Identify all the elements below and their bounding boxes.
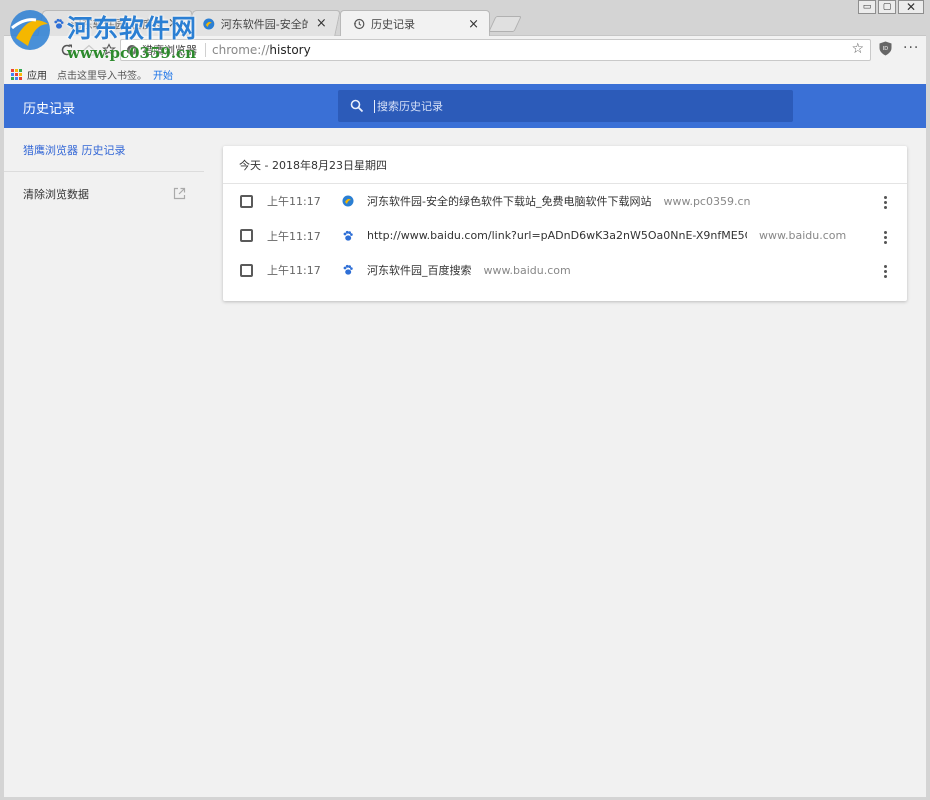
- tab-title: 历史记录: [371, 18, 415, 31]
- tab-history[interactable]: 历史记录 ×: [340, 10, 490, 37]
- history-card: 今天 - 2018年8月23日星期四 上午11:17 河东软件园-安全的绿色软件…: [223, 146, 907, 301]
- close-tab-icon[interactable]: ×: [468, 17, 479, 32]
- entry-time: 上午11:17: [267, 195, 321, 209]
- pc0359-icon: [203, 18, 215, 30]
- history-entry[interactable]: 上午11:17 http://www.baidu.com/link?url=pA…: [223, 219, 907, 254]
- close-window-button[interactable]: ✕: [898, 0, 924, 14]
- page-title: 历史记录: [23, 102, 76, 117]
- shield-extension-icon[interactable]: ID: [879, 41, 892, 56]
- search-icon: [350, 99, 364, 113]
- history-entry[interactable]: 上午11:17 河东软件园-安全的绿色软件下载站_免费电脑软件下载网站 www.…: [223, 184, 907, 219]
- restore-button[interactable]: ▭: [858, 0, 876, 14]
- baidu-paw-icon: [342, 264, 354, 276]
- entry-time: 上午11:17: [267, 229, 321, 243]
- sidebar-item-history[interactable]: 猎鹰浏览器 历史记录: [4, 128, 204, 172]
- entry-title-link[interactable]: http://www.baidu.com/link?url=pADnD6wK3a…: [367, 229, 747, 242]
- history-search-box[interactable]: [338, 90, 793, 122]
- bookmark-import-hint: 点击这里导入书签。: [57, 70, 147, 82]
- external-link-icon: [173, 187, 186, 200]
- url-text[interactable]: chrome://history: [206, 43, 311, 57]
- entry-title-link[interactable]: 河东软件园_百度搜索: [367, 262, 472, 278]
- browser-menu-button[interactable]: ···: [903, 40, 919, 56]
- address-bar[interactable]: 猎鹰浏览器 chrome://history ☆: [120, 39, 871, 61]
- watermark-title: 河东软件网: [67, 14, 198, 43]
- entry-checkbox[interactable]: [240, 194, 253, 208]
- entry-time: 上午11:17: [267, 264, 321, 278]
- bookmark-apps[interactable]: 应用: [27, 67, 47, 82]
- sidebar-item-clear-data[interactable]: 清除浏览数据: [4, 172, 206, 216]
- entry-title-link[interactable]: 河东软件园-安全的绿色软件下载站_免费电脑软件下载网站: [367, 193, 651, 209]
- sidebar-item-label: 猎鹰浏览器 历史记录: [23, 143, 126, 157]
- more-actions-icon[interactable]: [884, 196, 887, 209]
- history-clock-icon: [353, 18, 365, 30]
- url-path: history: [269, 43, 311, 57]
- bookmarks-bar: 应用 点击这里导入书签。 开始: [0, 64, 930, 84]
- entry-checkbox[interactable]: [240, 229, 253, 243]
- pc0359-favicon-icon: [342, 195, 354, 207]
- history-entry[interactable]: 上午11:17 河东软件园_百度搜索 www.baidu.com: [223, 253, 907, 288]
- entry-domain: www.baidu.com: [759, 229, 847, 243]
- apps-grid-icon[interactable]: [11, 68, 22, 80]
- maximize-button[interactable]: ▢: [878, 0, 896, 14]
- baidu-paw-icon: [342, 230, 354, 242]
- entry-checkbox[interactable]: [240, 263, 253, 277]
- star-icon[interactable]: ☆: [851, 41, 864, 57]
- url-scheme: chrome://: [212, 43, 270, 57]
- history-sidebar: 猎鹰浏览器 历史记录 清除浏览数据: [4, 128, 206, 216]
- history-search-input[interactable]: [374, 99, 774, 113]
- tab-pc0359[interactable]: 河东软件园-安全的绿色软 ×: [187, 10, 341, 36]
- entry-domain: www.pc0359.cn: [663, 194, 751, 208]
- date-heading: 今天 - 2018年8月23日星期四: [223, 146, 907, 184]
- watermark-logo: [10, 10, 50, 50]
- entry-domain: www.baidu.com: [483, 263, 571, 277]
- bookmark-start-link[interactable]: 开始: [153, 67, 173, 82]
- svg-text:ID: ID: [883, 46, 888, 52]
- sidebar-item-label: 清除浏览数据: [23, 188, 89, 201]
- history-header: 历史记录: [4, 84, 926, 128]
- window-controls: ▭ ▢ ✕: [858, 0, 924, 14]
- tab-title: 河东软件园-安全的绿色软: [220, 17, 308, 31]
- more-actions-icon[interactable]: [884, 230, 887, 244]
- watermark-url: www.pc0359.cn: [67, 44, 197, 62]
- close-tab-icon[interactable]: ×: [316, 16, 327, 31]
- new-tab-button[interactable]: [488, 16, 522, 32]
- more-actions-icon[interactable]: [884, 265, 887, 278]
